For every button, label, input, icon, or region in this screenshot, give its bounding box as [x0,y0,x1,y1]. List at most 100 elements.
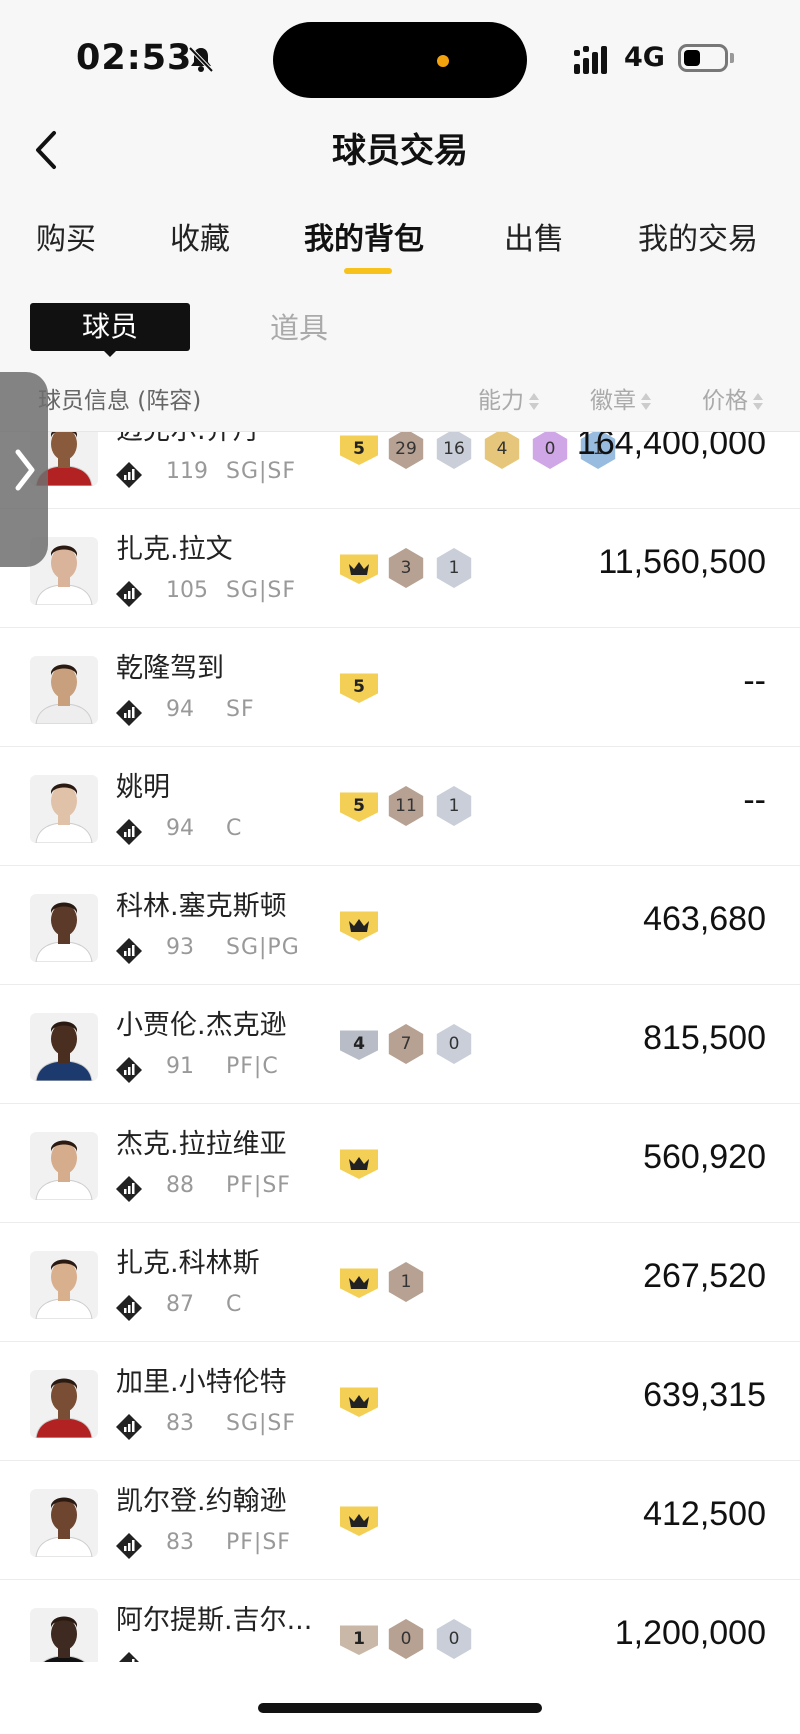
tab-my-trades[interactable]: 我的交易 [638,214,758,258]
player-overall: 83 [166,1530,194,1555]
badge-group: 100 [340,1618,474,1660]
battery-icon [678,44,728,72]
level-shield: 4 [340,1030,378,1060]
mute-bell-icon [188,46,214,73]
sort-price[interactable]: 价格 [702,381,764,415]
dynamic-island [273,22,527,98]
tab-buy[interactable]: 购买 [36,214,96,258]
badge-group [340,1499,378,1541]
crown-shield-icon [340,554,378,584]
player-list[interactable]: 迈克尔.乔丹119SG|SF52916401164,400,000扎克.拉文10… [0,432,800,1662]
badge-group: 5 [340,666,378,708]
sort-badge-label: 徽章 [590,388,636,414]
player-name: 小贾伦.杰克逊 [116,1010,287,1041]
card-tier-icon [116,1057,142,1083]
player-name: 乾隆驾到 [116,653,224,684]
crown-shield-icon [340,1387,378,1417]
network-type: 4G [624,42,665,73]
player-avatar [30,1013,98,1081]
player-position: PF|SF [226,1173,291,1198]
badge-count-silver: 16 [436,432,472,469]
level-shield: 5 [340,435,378,465]
player-name: 扎克.拉文 [116,534,233,565]
player-avatar [30,1608,98,1662]
tab-favorites[interactable]: 收藏 [170,214,230,258]
player-row[interactable]: 小贾伦.杰克逊 91 PF|C 4 7 0 815,500 [0,985,800,1104]
card-tier-icon [116,700,142,726]
main-tabs: 购买 收藏 我的背包 出售 我的交易 [0,190,800,285]
player-position: PF|SF [226,1530,291,1555]
badge-group [340,1380,378,1422]
player-name: 扎克.科林斯 [116,1248,260,1279]
badge-group: 1 [340,1261,426,1303]
player-row[interactable]: 凯尔登.约翰逊 83 PF|SF 412,500 [0,1461,800,1580]
player-price: 267,520 [643,1257,766,1295]
badge-group [340,904,378,946]
badge-count-hof: 1 [388,1262,424,1302]
level-shield: 5 [340,792,378,822]
level-shield: 5 [340,673,378,703]
crown-shield-icon [340,1506,378,1536]
player-avatar [30,656,98,724]
card-tier-icon [116,581,142,607]
badge-group [340,1142,378,1184]
player-price: 412,500 [643,1495,766,1533]
player-position: SF [226,697,255,722]
player-overall: 88 [166,1173,194,1198]
subtab-items[interactable]: 道具 [270,305,328,347]
nav-header: 球员交易 [0,115,800,190]
side-drawer-handle[interactable] [0,372,48,567]
player-overall: 93 [166,935,194,960]
card-tier-icon [116,1295,142,1321]
sort-badge[interactable]: 徽章 [590,381,652,415]
player-price: 463,680 [643,900,766,938]
player-name: 迈克尔.乔丹 [116,432,260,447]
player-row[interactable]: 扎克.拉文 105 SG|SF 3 1 11,560,500 [0,509,800,628]
tab-sell[interactable]: 出售 [504,214,564,258]
badge-count-hof: 7 [388,1024,424,1064]
player-position: SG|SF [226,578,297,603]
player-position: C [226,816,243,841]
player-price: 164,400,000 [576,432,766,462]
status-bar: 02:53 4G [0,0,800,115]
player-price: -- [743,662,766,700]
sort-ability[interactable]: 能力 [478,381,540,415]
crown-shield-icon [340,1149,378,1179]
badge-count-silver: 0 [436,1619,472,1659]
chevron-right-icon [15,449,35,491]
player-overall: 83 [166,1411,194,1436]
player-avatar [30,1489,98,1557]
sort-arrows-icon [640,392,652,412]
subtab-players[interactable]: 球员 [30,303,190,351]
sort-ability-label: 能力 [478,388,524,414]
player-row[interactable]: 乾隆驾到 94 SF 5 -- [0,628,800,747]
tab-my-backpack[interactable]: 我的背包 [304,214,424,258]
column-header: 球员信息 (阵容) 能力 徽章 价格 [0,367,800,432]
player-row[interactable]: 姚明 94 C 5 11 1 -- [0,747,800,866]
player-price: 11,560,500 [598,543,766,581]
card-tier-icon [116,1176,142,1202]
player-overall: 91 [166,1054,194,1079]
player-price: 560,920 [643,1138,766,1176]
battery-tip [730,53,734,63]
subtab-caret [100,347,120,357]
badge-group: 31 [340,547,474,589]
sort-arrows-icon [528,392,540,412]
page-title: 球员交易 [332,131,468,171]
player-name: 杰克.拉拉维亚 [116,1129,287,1160]
player-price: 1,200,000 [614,1614,766,1652]
badge-count-silver: 1 [436,786,472,826]
player-position: SG|SF [226,459,297,484]
player-row[interactable]: 科林.塞克斯顿 93 SG|PG 463,680 [0,866,800,985]
badge-count-gold: 4 [484,432,520,469]
player-position: C [226,1292,243,1317]
player-row[interactable]: 迈克尔.乔丹119SG|SF52916401164,400,000 [0,432,800,509]
player-name: 科林.塞克斯顿 [116,891,287,922]
crown-shield-icon [340,911,378,941]
player-row[interactable]: 扎克.科林斯 87 C 1 267,520 [0,1223,800,1342]
player-position: SG|SF [226,1411,297,1436]
player-row[interactable]: 杰克.拉拉维亚 88 PF|SF 560,920 [0,1104,800,1223]
player-row[interactable]: 阿尔提斯.吉尔... 1 0 0 1,200,000 [0,1580,800,1662]
player-row[interactable]: 加里.小特伦特 83 SG|SF 639,315 [0,1342,800,1461]
crown-shield-icon [340,1268,378,1298]
